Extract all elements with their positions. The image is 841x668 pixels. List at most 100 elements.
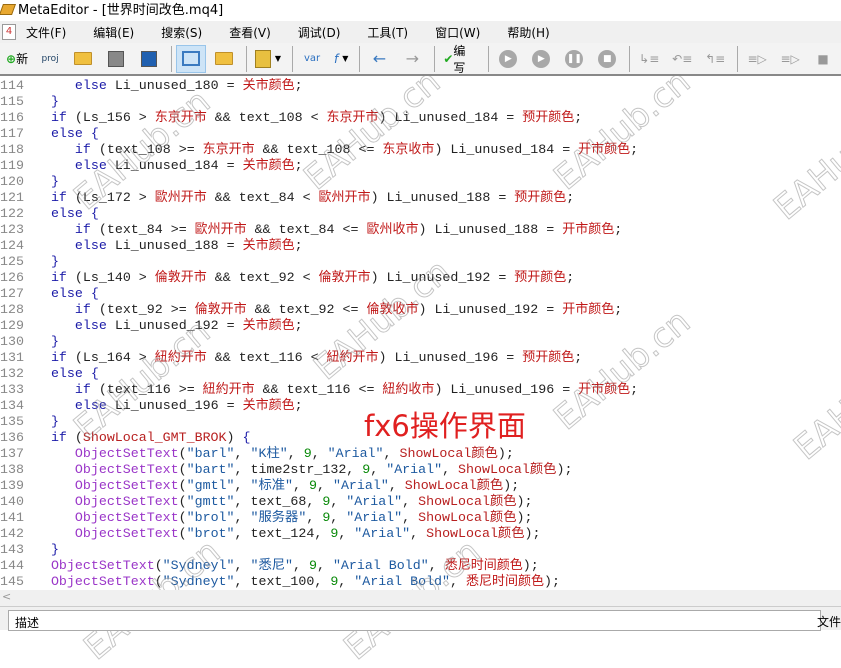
chevron-down-icon[interactable]: ▼ [275, 54, 281, 63]
code-token: 东京开市 [202, 142, 255, 157]
menu-edit[interactable]: 编辑(E) [93, 24, 134, 41]
step-out-button[interactable]: ↰≡ [700, 45, 730, 73]
menu-search[interactable]: 搜索(S) [161, 24, 202, 41]
code-token: L [114, 158, 123, 173]
toolbox-toggle[interactable] [209, 45, 239, 73]
debug-stop-button[interactable]: ■ [592, 45, 622, 73]
menu-help[interactable]: 帮助(H) [507, 24, 549, 41]
code-token: t [302, 302, 311, 317]
code-line[interactable]: 118 if (text_108 >= 东京开市 && text_108 <= … [0, 142, 841, 158]
code-line[interactable]: 126 if (Ls_140 > 倫敦开市 && text_92 < 倫敦开市)… [0, 270, 841, 286]
code-line[interactable]: 117 else { [0, 126, 841, 142]
code-editor[interactable]: 114 else Li_unused_180 = 关市颜色; 115 } 116 i… [0, 78, 841, 590]
code-line[interactable]: 142 ObjectSetText("brot", text_124, 9, "… [0, 526, 841, 542]
code-line[interactable]: 121 if (Ls_172 > 歐州开市 && text_84 < 歐州开市)… [0, 190, 841, 206]
code-token: e [114, 222, 123, 237]
code-token: u [154, 158, 163, 173]
code-line[interactable]: 131 if (Ls_164 > 紐約开市 && text_116 < 紐約开市… [0, 350, 841, 366]
compile-button[interactable]: ✔ 编写 [439, 44, 481, 75]
code-line[interactable]: 123 if (text_84 >= 歐州开市 && text_84 <= 歐州… [0, 222, 841, 238]
code-token: 9 [202, 318, 211, 333]
code-token: ShowLocal颜色 [399, 446, 498, 461]
code-line[interactable]: 129 else Li_unused_192 = 关市颜色; [0, 318, 841, 334]
debug-restart-button[interactable]: ▶ [493, 45, 523, 73]
code-line[interactable]: 145 ObjectSetText("Sydneyt", text_100, 9… [0, 574, 841, 590]
file-column[interactable]: 文件 [817, 613, 841, 630]
new-button[interactable]: ⊕ 新 [2, 45, 32, 73]
bookmark-button[interactable]: ▼ [251, 45, 285, 73]
menu-window[interactable]: 窗口(W) [435, 24, 480, 41]
horizontal-scrollbar[interactable]: < [0, 590, 841, 606]
code-line[interactable]: 137 ObjectSetText("barl", "K柱", 9, "Aria… [0, 446, 841, 462]
code-line[interactable]: 128 if (text_92 >= 倫敦开市 && text_92 <= 倫敦… [0, 302, 841, 318]
code-line[interactable]: 144 ObjectSetText("Sydneyl", "悉尼", 9, "A… [0, 558, 841, 574]
document-icon[interactable]: 4 [2, 24, 16, 40]
debug-start-button[interactable]: ▶ [526, 45, 556, 73]
code-line[interactable]: 116 if (Ls_156 > 东京开市 && text_108 < 东京开市… [0, 110, 841, 126]
open-button[interactable] [68, 45, 98, 73]
code-line[interactable]: 122 else { [0, 206, 841, 222]
code-line[interactable]: 115 } [0, 94, 841, 110]
code-line[interactable]: 130 } [0, 334, 841, 350]
step-into-button[interactable]: ↳≡ [634, 45, 664, 73]
line-number: 129 [0, 318, 24, 333]
menu-view[interactable]: 查看(V) [229, 24, 271, 41]
code-line[interactable]: 125 } [0, 254, 841, 270]
step-over-button[interactable]: ↶≡ [667, 45, 697, 73]
code-line[interactable]: 141 ObjectSetText("brol", "服务器", 9, "Ari… [0, 510, 841, 526]
run-to-button[interactable]: ≡▷ [742, 45, 772, 73]
insert-function-button[interactable]: f ▼ [330, 45, 352, 73]
code-line[interactable]: 119 else Li_unused_184 = 关市颜色; [0, 158, 841, 174]
description-column[interactable]: 描述 [15, 616, 39, 630]
code-token: 关市颜色 [242, 158, 295, 173]
code-line[interactable]: 143 } [0, 542, 841, 558]
chevron-down-icon[interactable]: ▼ [342, 54, 348, 63]
code-token: d [178, 158, 187, 173]
code-token: 8 [146, 222, 155, 237]
code-token: _ [130, 318, 139, 333]
debug-pause-button[interactable]: ❚❚ [559, 45, 589, 73]
scroll-left-icon[interactable]: < [2, 590, 11, 603]
new-project-button[interactable]: proj [35, 45, 65, 73]
stop-button[interactable]: ■ [808, 45, 838, 73]
code-line[interactable]: 140 ObjectSetText("gmtt", text_68, 9, "A… [0, 494, 841, 510]
code-token: , [234, 478, 243, 493]
insert-var-button[interactable]: var [297, 45, 327, 73]
forward-button[interactable]: → [397, 45, 427, 73]
code-token: 4 [326, 222, 335, 237]
code-line[interactable]: 127 else { [0, 286, 841, 302]
menu-tools[interactable]: 工具(T) [367, 24, 408, 41]
code-line[interactable]: 124 else Li_unused_188 = 关市颜色; [0, 238, 841, 254]
code-line[interactable]: 120 } [0, 174, 841, 190]
code-line[interactable]: 139 ObjectSetText("gmtl", "标准", 9, "Aria… [0, 478, 841, 494]
navigator-toggle[interactable] [175, 44, 206, 73]
code-token: ; [530, 558, 539, 573]
code-line[interactable]: 133 if (text_116 >= 紐約开市 && text_116 <= … [0, 382, 841, 398]
menu-debug[interactable]: 调试(D) [298, 24, 341, 41]
code-line[interactable]: 114 else Li_unused_180 = 关市颜色; [0, 78, 841, 94]
menu-file[interactable]: 文件(F) [26, 24, 66, 41]
code-token: 关市颜色 [242, 78, 295, 93]
save-all-button[interactable] [134, 45, 164, 73]
stop-icon: ■ [598, 49, 617, 68]
code-token: ShowLocal颜色 [426, 526, 525, 541]
code-token: ShowLocal_GMT_BROK [82, 430, 227, 445]
back-button[interactable]: ← [364, 45, 394, 73]
code-token: = [226, 318, 235, 333]
code-token: < [302, 270, 311, 285]
code-token: s [162, 78, 171, 93]
run-next-button[interactable]: ≡▷ [775, 45, 805, 73]
code-line[interactable]: 138 ObjectSetText("bart", time2str_132, … [0, 462, 841, 478]
save-button[interactable] [101, 45, 131, 73]
code-line[interactable]: 132 else { [0, 366, 841, 382]
code-token: 1 [106, 350, 115, 365]
